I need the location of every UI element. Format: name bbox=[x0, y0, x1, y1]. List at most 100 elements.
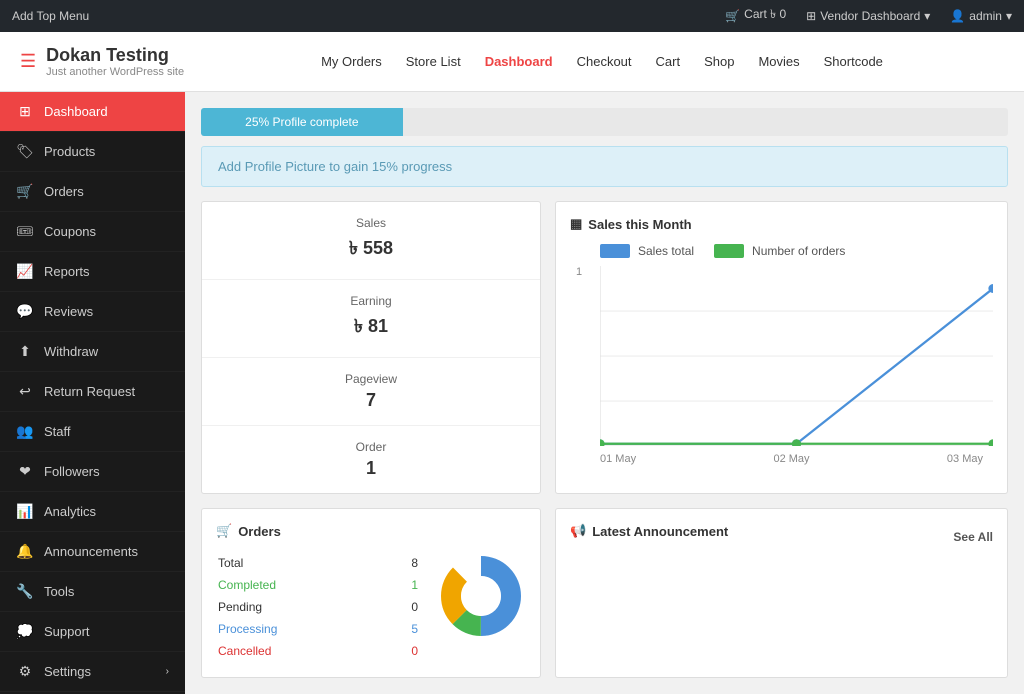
chart-title-text: Sales this Month bbox=[588, 217, 691, 232]
sidebar-label-dashboard: Dashboard bbox=[44, 104, 108, 119]
sidebar-label-support: Support bbox=[44, 624, 90, 639]
sidebar-label-settings: Settings bbox=[44, 664, 91, 679]
stat-order-value: 1 bbox=[222, 458, 520, 479]
stat-pageview-value: 7 bbox=[222, 390, 520, 411]
sidebar-label-tools: Tools bbox=[44, 584, 74, 599]
nav-dashboard[interactable]: Dashboard bbox=[485, 54, 553, 69]
sidebar-item-return-request[interactable]: ↩ Return Request bbox=[0, 372, 185, 412]
legend-orders-count: Number of orders bbox=[714, 244, 845, 258]
settings-chevron-icon: › bbox=[166, 666, 169, 677]
megaphone-icon: 📢 bbox=[570, 523, 586, 539]
announcement-title: 📢 Latest Announcement bbox=[570, 523, 728, 539]
sidebar-label-announcements: Announcements bbox=[44, 544, 138, 559]
withdraw-icon: ⬆ bbox=[16, 343, 34, 360]
page-layout: Dashboard 🏷 Products 🛒 Orders 🎟 Coupons … bbox=[0, 92, 1024, 694]
bottom-row: 🛒 Orders Total 8 Completed 1 bbox=[201, 508, 1008, 678]
orders-label-pending: Pending bbox=[218, 597, 396, 617]
profile-progress-label: 25% Profile complete bbox=[245, 115, 358, 129]
sales-chart-svg bbox=[600, 266, 993, 446]
admin-bar: Add Top Menu 🛒 Cart ৳ 0 ⊞ Vendor Dashboa… bbox=[0, 0, 1024, 32]
cart-icon: 🛒 bbox=[725, 9, 740, 23]
chart-icon: ▦ bbox=[570, 216, 582, 232]
user-icon: 👤 bbox=[950, 9, 965, 23]
site-header: ☰ Dokan Testing Just another WordPress s… bbox=[0, 32, 1024, 92]
sidebar-item-settings[interactable]: ⚙ Settings › bbox=[0, 652, 185, 692]
sidebar-label-staff: Staff bbox=[44, 424, 71, 439]
vendor-dashboard-item[interactable]: ⊞ Vendor Dashboard ▾ bbox=[806, 9, 930, 23]
orders-label-cancelled: Cancelled bbox=[218, 641, 396, 661]
nav-shortcode[interactable]: Shortcode bbox=[824, 54, 883, 69]
chart-y-label: 1 bbox=[576, 266, 582, 278]
stat-sales-label: Sales bbox=[222, 216, 520, 230]
stat-sales-value: ৳ 558 bbox=[222, 234, 520, 265]
legend-sales-color bbox=[600, 244, 630, 258]
main-navigation: My Orders Store List Dashboard Checkout … bbox=[200, 54, 1004, 69]
sidebar-label-coupons: Coupons bbox=[44, 224, 96, 239]
stat-earning: Earning ৳ 81 bbox=[202, 280, 540, 358]
orders-panel-title: 🛒 Orders bbox=[216, 523, 526, 539]
profile-progress-bar-wrap: 25% Profile complete bbox=[201, 108, 1008, 136]
stat-order-label: Order bbox=[222, 440, 520, 454]
sidebar-item-analytics[interactable]: 📊 Analytics bbox=[0, 492, 185, 532]
sidebar-label-analytics: Analytics bbox=[44, 504, 96, 519]
stat-pageview-label: Pageview bbox=[222, 372, 520, 386]
sidebar-label-reviews: Reviews bbox=[44, 304, 93, 319]
sidebar-item-followers[interactable]: ❤ Followers bbox=[0, 452, 185, 492]
orders-donut-chart bbox=[436, 551, 526, 663]
stat-earning-label: Earning bbox=[222, 294, 520, 308]
orders-value-total: 8 bbox=[398, 553, 418, 573]
site-logo: ☰ Dokan Testing Just another WordPress s… bbox=[20, 45, 200, 78]
vendor-icon: ⊞ bbox=[806, 9, 816, 23]
orders-icon-panel: 🛒 bbox=[216, 523, 232, 539]
orders-row-total: Total 8 bbox=[218, 553, 418, 573]
tools-icon: 🔧 bbox=[16, 583, 34, 600]
sidebar-label-reports: Reports bbox=[44, 264, 90, 279]
sidebar-item-products[interactable]: 🏷 Products bbox=[0, 132, 185, 172]
coupons-icon: 🎟 bbox=[16, 223, 34, 240]
nav-cart[interactable]: Cart bbox=[656, 54, 681, 69]
orders-row-processing: Processing 5 bbox=[218, 619, 418, 639]
sidebar-item-coupons[interactable]: 🎟 Coupons bbox=[0, 212, 185, 252]
sidebar-item-withdraw[interactable]: ⬆ Withdraw bbox=[0, 332, 185, 372]
chart-title: ▦ Sales this Month bbox=[570, 216, 993, 232]
admin-user-item[interactable]: 👤 admin ▾ bbox=[950, 9, 1012, 23]
sidebar: Dashboard 🏷 Products 🛒 Orders 🎟 Coupons … bbox=[0, 92, 185, 694]
chevron-down-icon: ▾ bbox=[1006, 9, 1012, 23]
sales-chart-panel: ▦ Sales this Month Sales total Number of… bbox=[555, 201, 1008, 494]
orders-value-pending: 0 bbox=[398, 597, 418, 617]
sidebar-item-staff[interactable]: 👥 Staff bbox=[0, 412, 185, 452]
sidebar-item-dashboard[interactable]: Dashboard bbox=[0, 92, 185, 132]
sidebar-item-reports[interactable]: 📈 Reports bbox=[0, 252, 185, 292]
sidebar-label-orders: Orders bbox=[44, 184, 84, 199]
reviews-icon: 💬 bbox=[16, 303, 34, 320]
sidebar-item-announcements[interactable]: 🔔 Announcements bbox=[0, 532, 185, 572]
followers-icon: ❤ bbox=[16, 463, 34, 480]
sidebar-label-products: Products bbox=[44, 144, 95, 159]
orders-label-total: Total bbox=[218, 553, 396, 573]
see-all-button[interactable]: See All bbox=[953, 530, 993, 544]
sidebar-item-reviews[interactable]: 💬 Reviews bbox=[0, 292, 185, 332]
nav-checkout[interactable]: Checkout bbox=[577, 54, 632, 69]
nav-movies[interactable]: Movies bbox=[758, 54, 799, 69]
add-top-menu[interactable]: Add Top Menu bbox=[12, 9, 89, 23]
legend-sales-total: Sales total bbox=[600, 244, 694, 258]
nav-store-list[interactable]: Store List bbox=[406, 54, 461, 69]
x-label-02-may: 02 May bbox=[773, 453, 809, 465]
sidebar-item-tools[interactable]: 🔧 Tools bbox=[0, 572, 185, 612]
legend-sales-label: Sales total bbox=[638, 244, 694, 258]
dashboard-icon bbox=[16, 103, 34, 120]
cart-item[interactable]: 🛒 Cart ৳ 0 bbox=[725, 6, 786, 26]
reports-icon: 📈 bbox=[16, 263, 34, 280]
nav-my-orders[interactable]: My Orders bbox=[321, 54, 382, 69]
orders-value-completed: 1 bbox=[398, 575, 418, 595]
orders-value-cancelled: 0 bbox=[398, 641, 418, 661]
stat-pageview: Pageview 7 bbox=[202, 358, 540, 426]
sidebar-item-support[interactable]: 💭 Support bbox=[0, 612, 185, 652]
sidebar-item-orders[interactable]: 🛒 Orders bbox=[0, 172, 185, 212]
orders-panel: 🛒 Orders Total 8 Completed 1 bbox=[201, 508, 541, 678]
hamburger-button[interactable]: ☰ bbox=[20, 51, 36, 72]
stat-order: Order 1 bbox=[202, 426, 540, 493]
announcement-panel-header: 📢 Latest Announcement See All bbox=[570, 523, 993, 551]
announcements-icon: 🔔 bbox=[16, 543, 34, 560]
nav-shop[interactable]: Shop bbox=[704, 54, 734, 69]
